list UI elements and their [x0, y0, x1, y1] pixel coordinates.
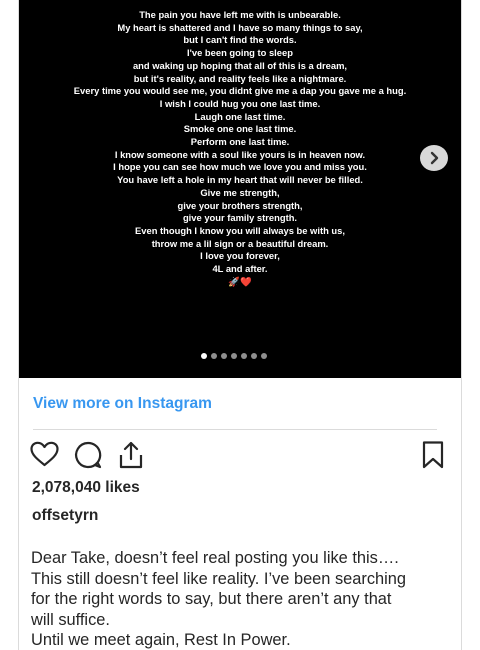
comment-button[interactable]	[73, 440, 103, 470]
next-slide-button[interactable]	[420, 145, 448, 171]
poem-line: and waking up hoping that all of this is…	[132, 59, 348, 71]
poem-line: The pain you have left me with is unbear…	[139, 9, 341, 20]
poem-line: I love you forever,	[200, 250, 280, 262]
poem-line: Perform one last time.	[190, 136, 290, 148]
share-icon	[119, 441, 143, 469]
post-media[interactable]: The pain you have left me with is unbear…	[19, 0, 461, 378]
poem-line: give your brothers strength,	[177, 199, 303, 211]
caption-line: This still doesn’t feel like reality. I’…	[31, 569, 407, 588]
poem-line: Every time you would see me, you didnt g…	[73, 85, 407, 97]
divider	[33, 429, 437, 430]
poem-line: I wish I could hug you one last time.	[159, 97, 321, 109]
poem-line: My heart is shattered and I have so many…	[117, 21, 363, 33]
likes-count[interactable]: 2,078,040 likes	[32, 479, 140, 497]
poem-line: give your family strength.	[182, 212, 298, 224]
poem-line: but I can't find the words.	[183, 34, 297, 46]
carousel-indicator	[201, 353, 267, 359]
view-more-link[interactable]: View more on Instagram	[33, 395, 212, 413]
poem-line: Smoke one one last time.	[183, 123, 297, 135]
poem-line: Give me strength,	[200, 186, 280, 198]
action-bar	[19, 440, 461, 470]
post-caption: Dear Take, doesn’t feel real posting you…	[31, 548, 447, 650]
poem-line: but it's reality, and reality feels like…	[133, 72, 347, 84]
carousel-dot	[211, 353, 217, 359]
poem-line: I know someone with a soul like yours is…	[114, 148, 366, 160]
poem-text: The pain you have left me with is unbear…	[19, 9, 461, 288]
poem-line: You have left a hole in my heart that wi…	[117, 174, 363, 186]
bookmark-icon	[422, 441, 444, 469]
caption-line: Until we meet again, Rest In Power.	[31, 631, 291, 649]
carousel-dot	[201, 353, 207, 359]
caption-line: will suffice.	[31, 610, 110, 629]
carousel-dot	[251, 353, 257, 359]
poem-line: 4L and after.	[212, 263, 268, 275]
heart-icon	[30, 441, 59, 467]
carousel-dot	[221, 353, 227, 359]
poem-line: Laugh one last time.	[194, 110, 286, 122]
poem-line: I've been going to sleep	[187, 47, 293, 59]
instagram-embed-card: The pain you have left me with is unbear…	[18, 0, 462, 650]
caption-line: for the right words to say, but there ar…	[31, 590, 392, 608]
carousel-dot	[231, 353, 237, 359]
comment-icon	[75, 441, 102, 469]
save-button[interactable]	[421, 440, 445, 470]
poem-line: Even though I know you will always be wi…	[135, 224, 345, 236]
poem-line: I hope you can see how much we love you …	[113, 161, 367, 173]
username-link[interactable]: offsetyrn	[32, 507, 98, 525]
like-button[interactable]	[29, 440, 60, 468]
share-button[interactable]	[117, 440, 145, 470]
carousel-dot	[261, 353, 267, 359]
poem-line: throw me a lil sign or a beautiful dream…	[151, 237, 329, 249]
chevron-right-icon	[430, 151, 439, 165]
poem-line: 🚀❤️	[228, 275, 252, 287]
carousel-dot	[241, 353, 247, 359]
caption-line: Dear Take, doesn’t feel real posting you…	[31, 549, 399, 567]
